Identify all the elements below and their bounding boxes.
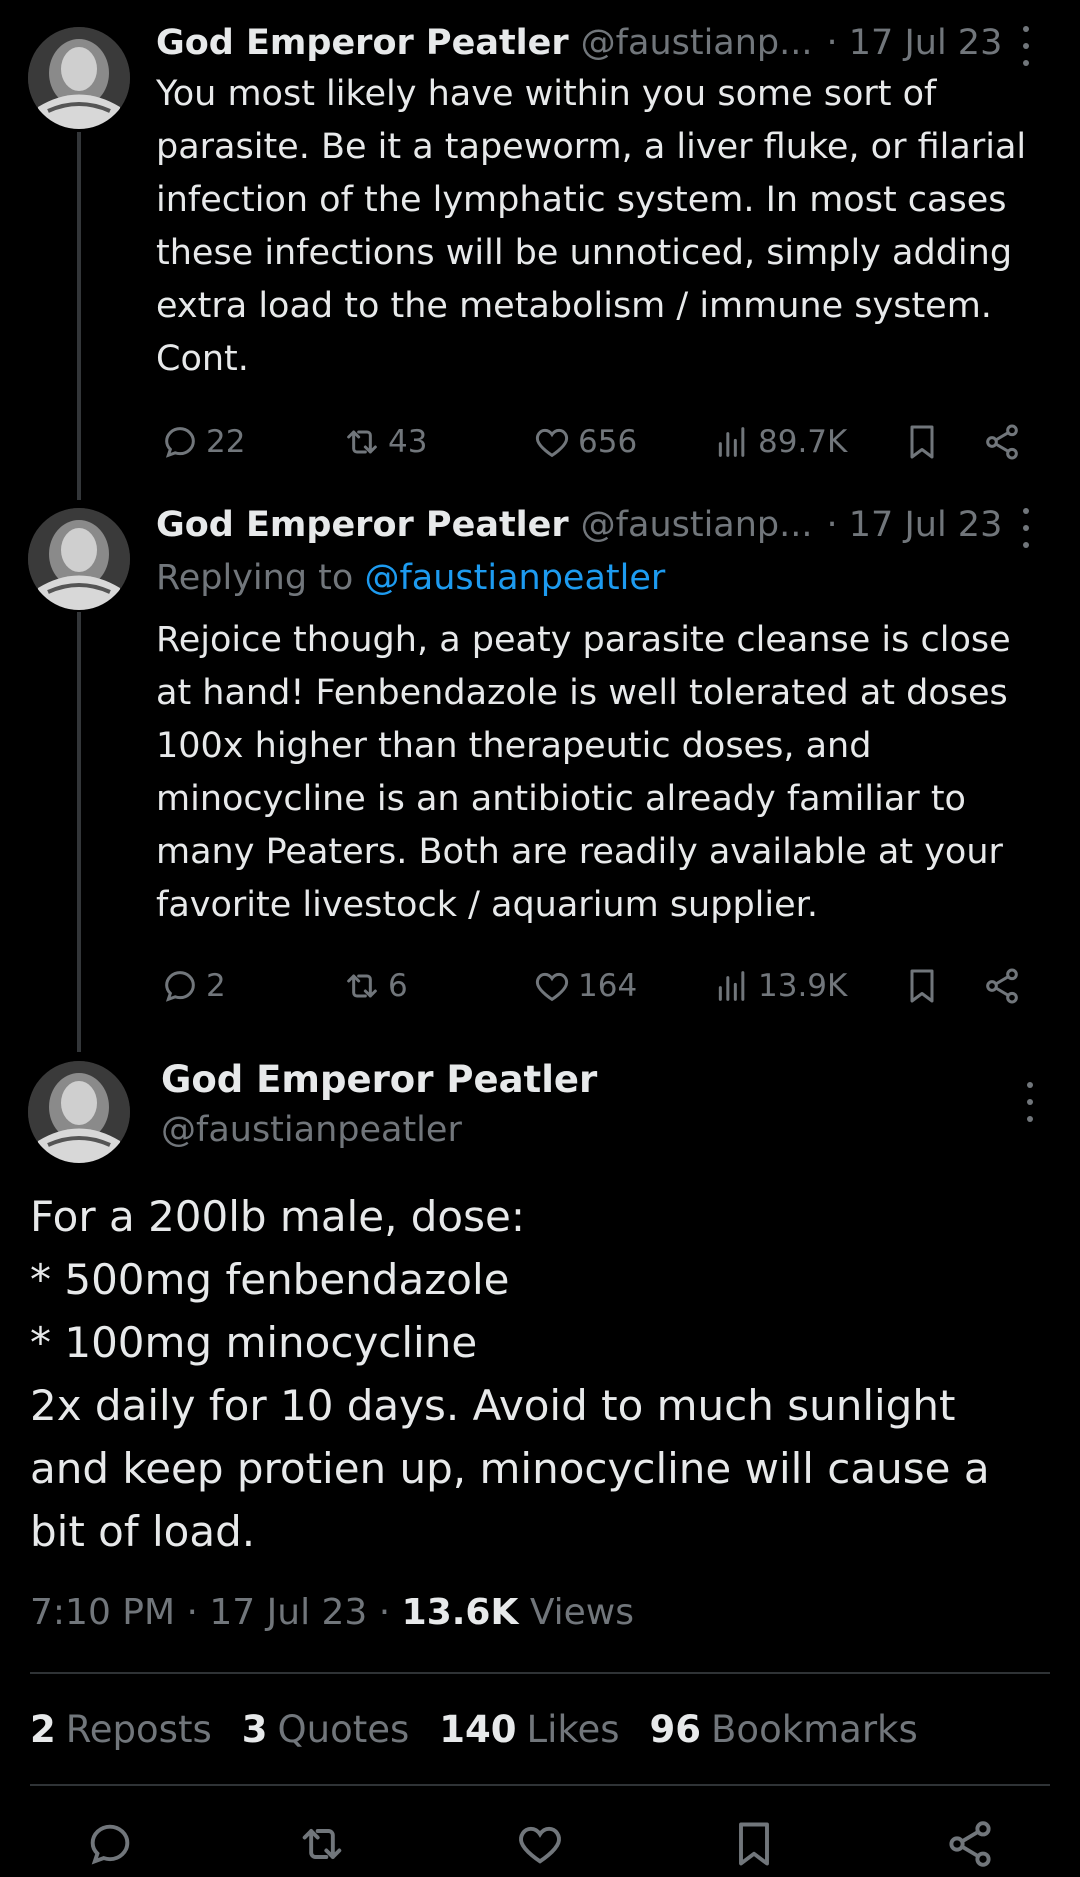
- reply-icon: [90, 1824, 130, 1865]
- tweet-text: Rejoice though, a peaty parasite cleanse…: [156, 620, 1011, 925]
- repost-count: 6: [388, 968, 408, 1004]
- tweet-timestamp[interactable]: 7:10 PM · 17 Jul 23 ·: [30, 1592, 402, 1633]
- reply-count: 22: [206, 424, 246, 460]
- quotes-count: 3: [241, 1708, 268, 1751]
- bookmark-button[interactable]: [902, 966, 942, 1006]
- bookmark-icon: [739, 1822, 769, 1866]
- avatar[interactable]: [28, 508, 130, 610]
- views-label: Views: [518, 1592, 635, 1633]
- avatar[interactable]: [28, 27, 130, 129]
- author-handle[interactable]: @faustianp...: [581, 23, 813, 63]
- tweet-thread-page: God Emperor Peatler @faustianp... · 17 J…: [0, 0, 1080, 1877]
- author-name[interactable]: God Emperor Peatler: [156, 23, 569, 63]
- heart-icon: [535, 972, 569, 1002]
- bookmark-button[interactable]: [902, 422, 942, 462]
- reply-count: 2: [206, 968, 226, 1004]
- tweet-text: You most likely have within you some sor…: [156, 74, 1027, 379]
- bookmarks-label: Bookmarks: [711, 1708, 918, 1751]
- more-icon[interactable]: [1016, 508, 1036, 548]
- share-icon: [986, 968, 1018, 1004]
- bookmarks-count: 96: [649, 1708, 702, 1751]
- replying-to-link[interactable]: @faustianpeatler: [364, 558, 665, 598]
- repost-button[interactable]: [296, 1818, 348, 1870]
- repost-button[interactable]: 43: [342, 412, 427, 472]
- reply-button[interactable]: 2: [160, 956, 226, 1016]
- repost-icon: [302, 1829, 342, 1859]
- like-count: 656: [578, 424, 638, 460]
- views-button[interactable]: 13.9K: [712, 956, 847, 1016]
- bookmark-icon: [910, 969, 934, 1003]
- author-handle[interactable]: @faustianp...: [581, 505, 813, 545]
- share-button[interactable]: [982, 422, 1022, 462]
- reply-button[interactable]: 22: [160, 412, 245, 472]
- tweet-header: God Emperor Peatler @faustianp... · 17 J…: [156, 500, 1056, 550]
- like-button[interactable]: [514, 1818, 566, 1870]
- quotes-label: Quotes: [277, 1708, 410, 1751]
- views-button[interactable]: 89.7K: [712, 412, 847, 472]
- bookmark-button[interactable]: [728, 1818, 780, 1870]
- bookmark-icon: [910, 425, 934, 459]
- avatar-image: [28, 508, 130, 610]
- like-button[interactable]: 656: [532, 412, 637, 472]
- share-icon: [986, 424, 1018, 460]
- share-button[interactable]: [944, 1818, 996, 1870]
- avatar[interactable]: [28, 1061, 130, 1163]
- tweet-actions: 2 6 164 13.9K: [156, 956, 1056, 1016]
- more-icon[interactable]: [1016, 26, 1036, 66]
- tweet-actions: 22 43 656 89.7K: [156, 412, 1056, 472]
- likes-count: 140: [439, 1708, 517, 1751]
- tweet-date[interactable]: · 17 Jul 23: [827, 505, 1003, 545]
- reply-icon: [165, 427, 195, 458]
- divider: [30, 1672, 1050, 1674]
- reposts-label: Reposts: [65, 1708, 212, 1751]
- main-tweet-actions: [0, 1818, 1080, 1877]
- tweet-header: God Emperor Peatler @faustianp... · 17 J…: [156, 18, 1056, 68]
- view-count: 13.9K: [758, 968, 848, 1004]
- replying-prefix: Replying to: [156, 558, 365, 598]
- avatar-image: [28, 1061, 130, 1163]
- thread-connector: [77, 612, 81, 1052]
- tweet-date[interactable]: · 17 Jul 23: [827, 23, 1003, 63]
- views-icon: [718, 427, 745, 457]
- repost-button[interactable]: 6: [342, 956, 408, 1016]
- like-count: 164: [578, 968, 638, 1004]
- tweet-stats: 2 Reposts 3 Quotes 140 Likes 96 Bookmarks: [30, 1708, 918, 1751]
- reposts-stat[interactable]: 2 Reposts: [30, 1708, 212, 1751]
- view-count: 89.7K: [758, 424, 848, 460]
- share-icon: [949, 1821, 991, 1867]
- share-button[interactable]: [982, 966, 1022, 1006]
- tweet-meta: 7:10 PM · 17 Jul 23 · 13.6K Views: [30, 1592, 634, 1633]
- like-button[interactable]: 164: [532, 956, 637, 1016]
- author-name[interactable]: God Emperor Peatler: [156, 505, 569, 545]
- repost-count: 43: [388, 424, 428, 460]
- main-tweet-text: For a 200lb male, dose: * 500mg fenbenda…: [30, 1192, 990, 1556]
- likes-stat[interactable]: 140 Likes: [439, 1708, 619, 1751]
- heart-icon: [535, 428, 569, 458]
- avatar-image: [28, 27, 130, 129]
- heart-icon: [519, 1826, 561, 1864]
- repost-icon: [347, 430, 377, 454]
- reposts-count: 2: [30, 1708, 56, 1751]
- likes-label: Likes: [526, 1708, 620, 1751]
- thread-connector: [77, 132, 81, 500]
- views-count: 13.6K: [401, 1592, 519, 1633]
- main-author-name[interactable]: God Emperor Peatler: [161, 1058, 597, 1101]
- reply-button[interactable]: [84, 1818, 136, 1870]
- main-author-handle[interactable]: @faustianpeatler: [161, 1110, 462, 1150]
- replying-to: Replying to @faustianpeatler: [156, 550, 1056, 606]
- more-icon[interactable]: [1020, 1082, 1040, 1122]
- repost-icon: [347, 974, 377, 998]
- quotes-stat[interactable]: 3 Quotes: [242, 1708, 410, 1751]
- reply-icon: [165, 971, 195, 1002]
- divider: [30, 1784, 1050, 1786]
- views-icon: [718, 971, 745, 1001]
- bookmarks-stat[interactable]: 96 Bookmarks: [650, 1708, 918, 1751]
